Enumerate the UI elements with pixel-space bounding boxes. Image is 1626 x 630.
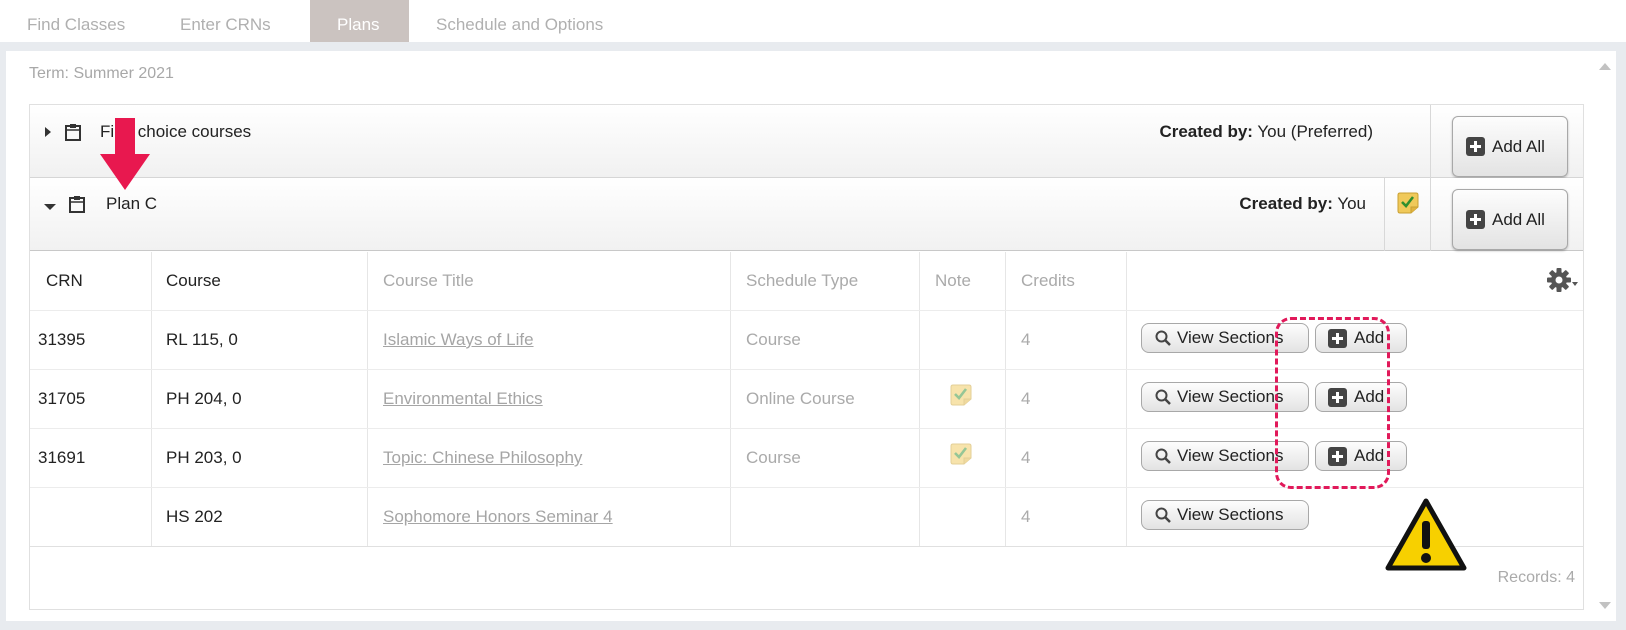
divider xyxy=(1430,105,1431,178)
term-label: Term: Summer 2021 xyxy=(29,65,174,82)
note-icon[interactable] xyxy=(1396,192,1420,214)
warning-icon xyxy=(1385,498,1467,571)
tab-enter-crns[interactable]: Enter CRNs xyxy=(153,0,298,43)
credits-cell: 4 xyxy=(1021,448,1031,467)
course-title-link[interactable]: Islamic Ways of Life xyxy=(383,330,534,350)
crn-cell: 31691 xyxy=(38,448,86,467)
column-divider xyxy=(730,252,731,546)
note-icon[interactable] xyxy=(949,384,973,406)
column-header-note[interactable]: Note xyxy=(935,271,971,291)
credits-cell: 4 xyxy=(1021,507,1031,526)
credits-cell: 4 xyxy=(1021,389,1031,408)
column-divider xyxy=(1005,252,1006,546)
divider xyxy=(1384,178,1385,251)
plan-header-first-choice[interactable]: First choice courses Created by: You (Pr… xyxy=(30,105,1583,178)
expand-triangle-icon[interactable] xyxy=(45,127,51,137)
created-by: Created by: You xyxy=(1239,194,1366,214)
note-icon[interactable] xyxy=(949,443,973,465)
column-header-course-title[interactable]: Course Title xyxy=(383,271,474,291)
magnifier-icon xyxy=(1155,389,1171,405)
row-divider xyxy=(30,310,1583,311)
clipboard-icon xyxy=(69,196,85,213)
records-count: Records: 4 xyxy=(1497,569,1575,586)
scroll-down-arrow-icon[interactable] xyxy=(1599,602,1611,609)
vertical-scrollbar[interactable] xyxy=(1594,51,1616,621)
column-header-credits[interactable]: Credits xyxy=(1021,271,1075,291)
course-cell: PH 203, 0 xyxy=(166,448,242,467)
view-sections-button[interactable]: View Sections xyxy=(1141,500,1309,530)
course-title-link[interactable]: Environmental Ethics xyxy=(383,389,543,409)
magnifier-icon xyxy=(1155,330,1171,346)
column-header-schedule-type[interactable]: Schedule Type xyxy=(746,271,858,291)
scroll-up-arrow-icon[interactable] xyxy=(1599,63,1611,70)
column-divider xyxy=(367,252,368,546)
gear-icon[interactable] xyxy=(1545,266,1579,294)
column-divider xyxy=(919,252,920,546)
add-all-button[interactable]: Add All xyxy=(1452,116,1568,177)
tab-schedule-and-options[interactable]: Schedule and Options xyxy=(409,0,630,43)
tab-bar: Find Classes Enter CRNs Plans Schedule a… xyxy=(0,0,1626,43)
tab-find-classes[interactable]: Find Classes xyxy=(0,0,152,43)
clipboard-icon xyxy=(65,124,81,141)
schedule-type-cell: Online Course xyxy=(746,389,855,408)
magnifier-icon xyxy=(1155,448,1171,464)
course-cell: PH 204, 0 xyxy=(166,389,242,408)
column-header-course[interactable]: Course xyxy=(166,271,221,291)
column-header-crn[interactable]: CRN xyxy=(46,271,83,291)
crn-cell: 31705 xyxy=(38,389,86,408)
schedule-type-cell: Course xyxy=(746,330,801,349)
tab-plans[interactable]: Plans xyxy=(310,0,409,43)
course-cell: HS 202 xyxy=(166,507,223,526)
collapse-triangle-icon[interactable] xyxy=(44,204,56,210)
column-divider xyxy=(1126,252,1127,546)
created-by-value: You xyxy=(1337,194,1366,213)
add-all-label: Add All xyxy=(1492,136,1545,156)
view-sections-label: View Sections xyxy=(1177,446,1284,465)
add-all-label: Add All xyxy=(1492,209,1545,229)
credits-cell: 4 xyxy=(1021,330,1031,349)
plan-name[interactable]: Plan C xyxy=(106,194,157,214)
plus-icon xyxy=(1466,137,1485,156)
magnifier-icon xyxy=(1155,507,1171,523)
course-title-link[interactable]: Topic: Chinese Philosophy xyxy=(383,448,582,468)
row-divider xyxy=(30,546,1583,547)
created-by-label: Created by: xyxy=(1239,194,1333,213)
add-all-button[interactable]: Add All xyxy=(1452,189,1568,250)
highlight-box xyxy=(1275,317,1390,489)
course-cell: RL 115, 0 xyxy=(166,330,238,349)
divider xyxy=(1430,178,1431,251)
crn-cell: 31395 xyxy=(38,330,86,349)
schedule-type-cell: Course xyxy=(746,448,801,467)
view-sections-label: View Sections xyxy=(1177,505,1284,524)
plan-header-plan-c[interactable]: Plan C Created by: You Add All xyxy=(30,178,1583,251)
view-sections-label: View Sections xyxy=(1177,328,1284,347)
created-by-value: You (Preferred) xyxy=(1257,122,1373,141)
course-title-link[interactable]: Sophomore Honors Seminar 4 xyxy=(383,507,613,527)
view-sections-label: View Sections xyxy=(1177,387,1284,406)
arrow-down-icon xyxy=(100,118,150,190)
created-by-label: Created by: xyxy=(1159,122,1253,141)
created-by: Created by: You (Preferred) xyxy=(1159,122,1373,142)
column-divider xyxy=(151,252,152,546)
plus-icon xyxy=(1466,210,1485,229)
